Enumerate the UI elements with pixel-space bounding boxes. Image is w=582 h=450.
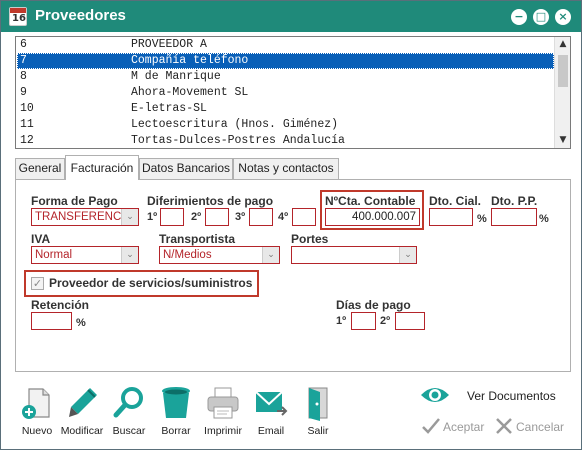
proveedor-servicios-checkbox[interactable]: ✓: [31, 277, 44, 290]
dif4-label: 4º: [278, 211, 289, 223]
search-icon: [111, 385, 147, 421]
transportista-label: Transportista: [159, 232, 236, 246]
modificar-button[interactable]: Modificar: [58, 385, 106, 437]
cta-contable-input[interactable]: 400.000.007: [325, 208, 420, 226]
portes-select[interactable]: ⌄: [291, 246, 417, 264]
title-bar[interactable]: 16 Proveedores − □ ×: [1, 1, 581, 32]
dif2-label: 2º: [191, 211, 202, 223]
dif4-input[interactable]: [292, 208, 316, 226]
retencion-percent: %: [76, 317, 86, 329]
printer-icon: [205, 385, 241, 421]
dif2-input[interactable]: [205, 208, 229, 226]
ver-documentos-button[interactable]: Ver Documentos: [467, 389, 556, 403]
list-item[interactable]: 10 E-letras-SL: [17, 101, 554, 117]
eye-icon[interactable]: [419, 384, 451, 406]
minimize-icon[interactable]: −: [511, 9, 527, 25]
proveedores-window: 16 Proveedores − □ × 6 PROVEEDOR A 7 Compa…: [0, 0, 582, 450]
cancel-x-icon: [494, 416, 514, 436]
supplier-list[interactable]: 6 PROVEEDOR A 7 Compañía teléfono 8M de Ma…: [15, 36, 571, 149]
portes-label: Portes: [291, 232, 329, 246]
iva-value: Normal: [35, 249, 73, 261]
dto-cial-percent: %: [477, 213, 487, 225]
window-title: Proveedores: [35, 7, 126, 24]
close-icon[interactable]: ×: [555, 9, 571, 25]
dif3-input[interactable]: [249, 208, 273, 226]
transportista-value: N/Medios: [163, 249, 212, 261]
dia2-input[interactable]: [395, 312, 425, 330]
email-button[interactable]: Email: [247, 385, 295, 437]
forma-pago-select[interactable]: TRANSFERENCIA ⌄: [31, 208, 139, 226]
list-item[interactable]: 11 Lectoescritura (Hnos. Giménez): [17, 117, 554, 133]
transportista-select[interactable]: N/Medios ⌄: [159, 246, 280, 264]
dif1-input[interactable]: [160, 208, 184, 226]
salir-button[interactable]: Salir: [294, 385, 342, 437]
borrar-button[interactable]: Borrar: [152, 385, 200, 437]
maximize-icon[interactable]: □: [533, 9, 549, 25]
diferimientos-label: Diferimientos de pago: [147, 194, 274, 208]
chevron-down-icon[interactable]: ⌄: [399, 247, 416, 263]
iva-label: IVA: [31, 232, 51, 246]
cta-contable-label: NºCta. Contable: [325, 194, 416, 208]
proveedor-servicios-label: Proveedor de servicios/suministros: [49, 276, 253, 290]
tab-notas-contactos[interactable]: Notas y contactos: [233, 158, 339, 179]
scroll-up-icon[interactable]: ▲: [555, 37, 570, 52]
chevron-down-icon[interactable]: ⌄: [121, 247, 138, 263]
list-item[interactable]: 12 Tortas-Dulces-Postres Andalucía: [17, 133, 554, 148]
dias-pago-label: Días de pago: [336, 298, 411, 312]
list-item[interactable]: 9 Ahora-Movement SL: [17, 85, 554, 101]
tab-general[interactable]: General: [15, 158, 65, 179]
scroll-down-icon[interactable]: ▼: [555, 133, 570, 148]
dto-pp-label: Dto. P.P.: [491, 194, 538, 208]
check-icon: [421, 417, 441, 435]
iva-select[interactable]: Normal ⌄: [31, 246, 139, 264]
scroll-thumb[interactable]: [558, 55, 568, 87]
cancelar-button[interactable]: Cancelar: [516, 420, 564, 434]
tab-datos-bancarios[interactable]: Datos Bancarios: [139, 158, 233, 179]
forma-pago-label: Forma de Pago: [31, 194, 118, 208]
dia1-label: 1º: [336, 315, 347, 327]
tab-facturacion[interactable]: Facturación: [65, 155, 139, 180]
pen-icon: [64, 385, 100, 421]
dto-cial-label: Dto. Cial.: [429, 194, 482, 208]
list-item[interactable]: 8M de Manrique: [17, 69, 554, 85]
dia2-label: 2º: [380, 315, 391, 327]
chevron-down-icon[interactable]: ⌄: [262, 247, 279, 263]
dia1-input[interactable]: [351, 312, 376, 330]
retencion-input[interactable]: [31, 312, 72, 330]
dto-pp-percent: %: [539, 213, 549, 225]
chevron-down-icon[interactable]: ⌄: [121, 209, 138, 225]
envelope-icon: [253, 385, 289, 421]
forma-pago-value: TRANSFERENCIA: [35, 211, 133, 223]
calendar-app-icon: 16: [9, 7, 27, 26]
dto-cial-input[interactable]: [429, 208, 473, 226]
list-scrollbar[interactable]: ▲ ▼: [554, 37, 570, 148]
nuevo-button[interactable]: Nuevo: [13, 385, 61, 437]
buscar-button[interactable]: Buscar: [105, 385, 153, 437]
trash-icon: [158, 385, 194, 421]
salir-label: Salir: [307, 425, 329, 437]
exit-door-icon: [300, 385, 336, 421]
list-item-selected[interactable]: 7 Compañía teléfono: [17, 53, 554, 69]
dto-pp-input[interactable]: [491, 208, 537, 226]
new-document-icon: [19, 385, 55, 421]
dif3-label: 3º: [235, 211, 246, 223]
imprimir-button[interactable]: Imprimir: [199, 385, 247, 437]
list-item[interactable]: 6 PROVEEDOR A: [17, 37, 554, 53]
dif1-label: 1º: [147, 211, 158, 223]
aceptar-button[interactable]: Aceptar: [443, 420, 484, 434]
retencion-label: Retención: [31, 298, 90, 312]
